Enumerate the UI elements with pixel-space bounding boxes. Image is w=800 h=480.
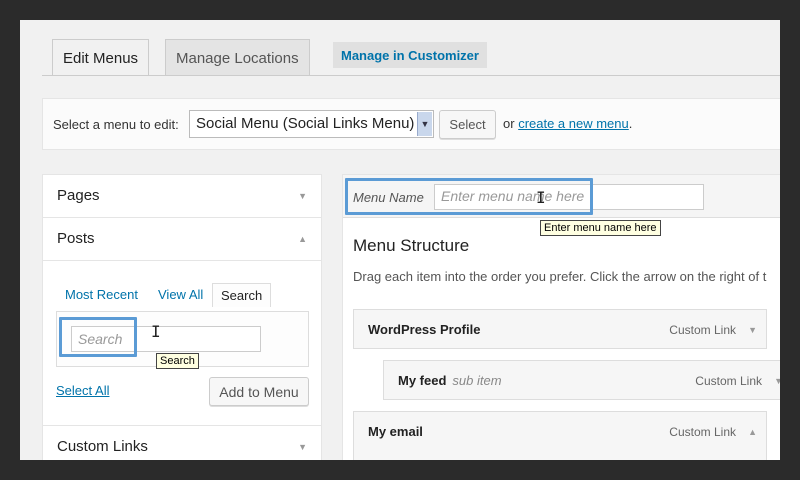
triangle-up-icon[interactable]: ▲	[748, 427, 757, 437]
tab-manage-locations-label: Manage Locations	[176, 49, 299, 67]
menu-structure-title: Menu Structure	[353, 236, 470, 255]
or-text: or	[503, 116, 515, 131]
tab-divider	[42, 75, 780, 76]
select-all-link[interactable]: Select All	[56, 383, 109, 398]
menu-item-my-email[interactable]: My email Custom Link ▲	[353, 411, 767, 460]
create-menu-text: or create a new menu.	[503, 116, 632, 131]
menu-item-type: Custom Link	[695, 374, 762, 388]
tab-manage-locations[interactable]: Manage Locations	[165, 39, 310, 76]
menu-item-my-feed[interactable]: My feed sub item Custom Link ▼	[383, 360, 780, 400]
select-button[interactable]: Select	[439, 110, 496, 139]
triangle-down-icon: ▼	[298, 442, 307, 452]
menu-structure-description: Drag each item into the order you prefer…	[353, 269, 767, 284]
manage-in-customizer-link[interactable]: Manage in Customizer	[333, 42, 487, 68]
menu-structure-panel: Menu Name Enter menu name here Menu Stru…	[342, 174, 780, 460]
menu-select-bar: Select a menu to edit: Social Menu (Soci…	[42, 98, 780, 150]
tab-search[interactable]: Search	[212, 283, 272, 307]
custom-links-section-header[interactable]: Custom Links ▼	[43, 425, 321, 460]
menu-item-title: My email	[368, 424, 423, 439]
triangle-up-icon: ▲	[298, 234, 307, 244]
menu-select-dropdown[interactable]: Social Menu (Social Links Menu) ▼	[189, 110, 434, 138]
select-menu-label: Select a menu to edit:	[53, 117, 179, 132]
menu-item-wordpress-profile[interactable]: WordPress Profile Custom Link ▼	[353, 309, 767, 349]
create-new-menu-link[interactable]: create a new menu	[518, 116, 629, 131]
chevron-down-icon: ▼	[417, 112, 432, 136]
menu-item-type: Custom Link	[669, 323, 736, 337]
menu-name-highlight-box	[345, 178, 593, 215]
posts-section-header[interactable]: Posts ▲	[43, 218, 321, 261]
menu-item-title: My feed sub item	[398, 373, 502, 388]
pages-section-header[interactable]: Pages ▼	[43, 175, 321, 218]
custom-links-title: Custom Links	[57, 438, 148, 455]
menu-item-type: Custom Link	[669, 425, 736, 439]
tab-edit-menus-label: Edit Menus	[63, 49, 139, 67]
triangle-down-icon: ▼	[298, 191, 307, 201]
posts-title: Posts	[57, 230, 95, 247]
search-tooltip: Search	[156, 353, 199, 369]
triangle-down-icon[interactable]: ▼	[774, 376, 780, 386]
menu-item-subtitle: sub item	[452, 373, 502, 388]
menu-name-tooltip: Enter menu name here	[540, 220, 661, 236]
text-cursor-icon: I	[536, 188, 546, 207]
menu-item-title-text: My feed	[398, 373, 447, 388]
wp-menus-screen: Edit Menus Manage Locations Manage in Cu…	[20, 20, 780, 460]
text-cursor-icon: I	[151, 322, 161, 341]
tab-most-recent[interactable]: Most Recent	[65, 287, 138, 302]
period-text: .	[628, 116, 633, 131]
menu-item-title: WordPress Profile	[368, 322, 481, 337]
tab-view-all[interactable]: View All	[158, 287, 203, 302]
menu-select-value: Social Menu (Social Links Menu)	[196, 115, 415, 132]
search-highlight-box	[59, 317, 137, 357]
add-to-menu-button[interactable]: Add to Menu	[209, 377, 309, 406]
tab-edit-menus[interactable]: Edit Menus	[52, 39, 150, 76]
pages-title: Pages	[57, 187, 100, 204]
triangle-down-icon[interactable]: ▼	[748, 325, 757, 335]
